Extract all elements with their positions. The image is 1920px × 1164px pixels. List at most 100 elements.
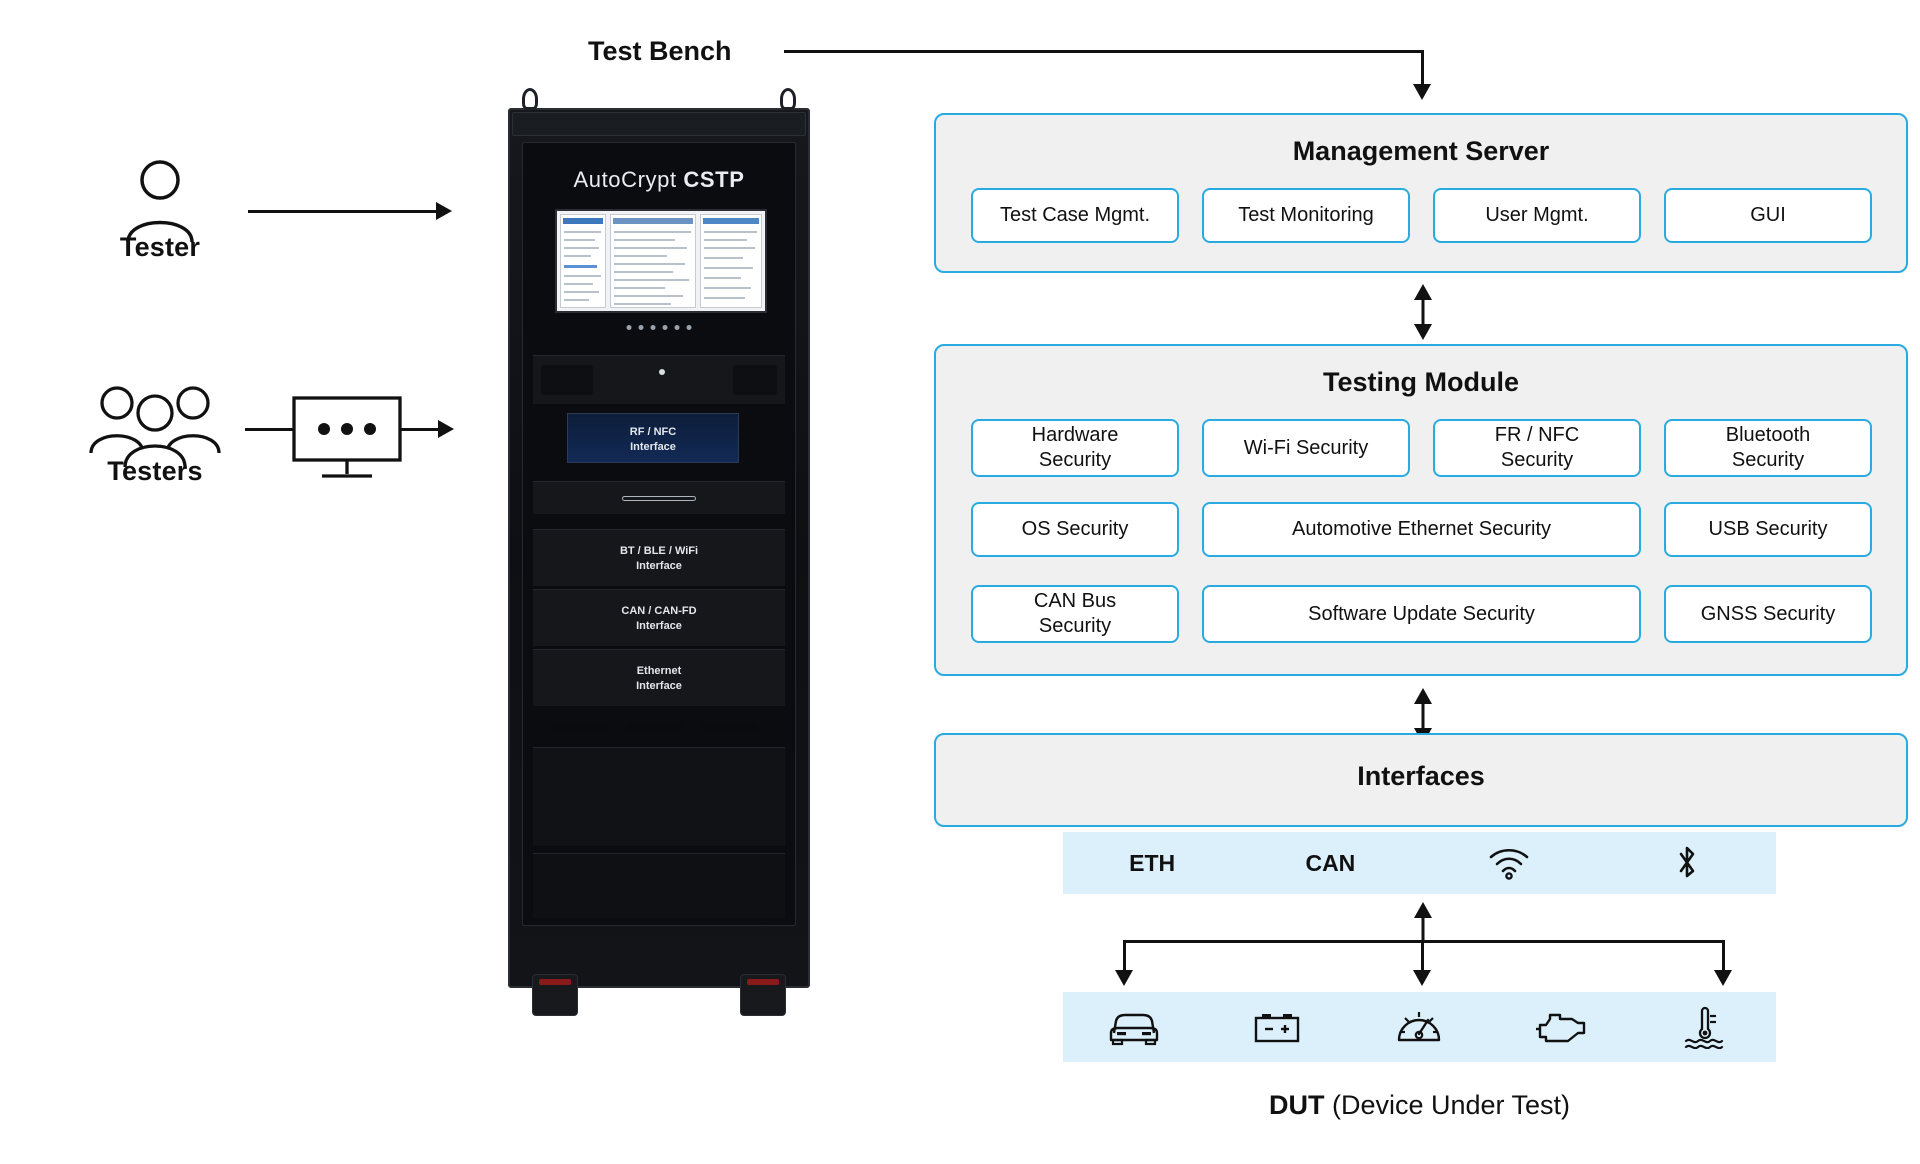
wifi-icon <box>1487 846 1531 880</box>
rack-top-panel <box>512 112 806 136</box>
bluetooth-icon <box>1673 843 1701 883</box>
bench-connector-arrowhead <box>1413 84 1431 100</box>
chip-gnss-security-label: GNSS Security <box>1700 602 1836 625</box>
chip-wifi-security[interactable]: Wi-Fi Security <box>1202 419 1410 477</box>
rack-monitor-screen <box>555 209 767 313</box>
rack-server-unit <box>533 355 785 405</box>
can-line2: Interface <box>636 619 682 632</box>
rack-vent-2 <box>627 723 683 731</box>
testers-arrow-out <box>400 428 440 431</box>
chip-gui[interactable]: GUI <box>1664 188 1872 243</box>
chip-bluetooth-security[interactable]: Bluetooth Security <box>1664 419 1872 477</box>
chip-user-mgmt[interactable]: User Mgmt. <box>1433 188 1641 243</box>
rack-brand: AutoCrypt CSTP <box>523 167 795 193</box>
dut-fanout-center-drop <box>1421 940 1424 973</box>
rack-eyebolt-right <box>780 88 796 110</box>
testers-label: Testers <box>107 456 203 486</box>
bench-connector-vertical <box>1421 50 1424 87</box>
battery-icon <box>1251 1007 1303 1047</box>
bus-can-label: CAN <box>1305 849 1356 876</box>
dut-caption-bold: DUT <box>1268 1090 1325 1120</box>
management-server-title: Management Server <box>1292 136 1550 166</box>
coolant-temperature-icon <box>1682 1005 1728 1049</box>
chip-usb-security-label: USB Security <box>1708 518 1828 540</box>
rack-rf-bay <box>533 405 785 471</box>
rack-frame: AutoCrypt CSTP RF / NFC Interface BT / B… <box>522 142 796 926</box>
management-server-panel: Management Server Test Case Mgmt. Test M… <box>934 113 1908 273</box>
rack-blank-panel-1 <box>533 747 785 847</box>
rack-module-bt-ble-wifi: BT / BLE / WiFi Interface <box>533 529 785 587</box>
tester-label: Tester <box>119 232 201 262</box>
bus-interface-strip: ETH CAN <box>1063 832 1776 894</box>
rack-module-ethernet-label: Ethernet Interface <box>533 664 785 694</box>
chip-test-case-mgmt-label: Test Case Mgmt. <box>999 204 1151 226</box>
dut-item-engine[interactable] <box>1491 1007 1634 1047</box>
chip-automotive-ethernet-security-label: Automotive Ethernet Security <box>1291 518 1551 540</box>
chip-wifi-security-label: Wi-Fi Security <box>1243 436 1369 459</box>
eth-line1: Ethernet <box>636 665 682 677</box>
screen-pane-left <box>560 214 606 308</box>
testers-arrow-in <box>245 428 295 431</box>
chip-os-security-label: OS Security <box>1021 518 1129 540</box>
chip-software-update-security[interactable]: Software Update Security <box>1202 585 1641 643</box>
dut-item-battery[interactable] <box>1206 1007 1349 1047</box>
chip-fr-nfc-security-label: FR / NFC Security <box>1494 424 1580 471</box>
bt-line2: Interface <box>636 559 682 572</box>
dut-fanout-right-drop <box>1722 940 1725 973</box>
screen-pane-right <box>700 214 762 308</box>
workstation-monitor-icon <box>292 396 402 482</box>
rack-module-can-label: CAN / CAN-FD Interface <box>533 604 785 634</box>
dut-fanout-center-head <box>1413 970 1431 986</box>
rack-module-bt-label: BT / BLE / WiFi Interface <box>533 544 785 574</box>
bench-connector-horizontal <box>784 50 1424 53</box>
dut-caption-rest: (Device Under Test) <box>1324 1090 1571 1120</box>
bus-can[interactable]: CAN <box>1241 850 1419 877</box>
bus-wifi[interactable] <box>1420 846 1598 880</box>
rack-vent-1 <box>553 723 609 731</box>
bus-bluetooth[interactable] <box>1598 843 1776 883</box>
chip-automotive-ethernet-security[interactable]: Automotive Ethernet Security <box>1202 502 1641 557</box>
chip-bluetooth-security-label: Bluetooth Security <box>1725 424 1811 471</box>
arrow-mgmt-to-testing <box>1408 284 1438 340</box>
interfaces-title: Interfaces <box>1357 761 1485 791</box>
speedometer-icon <box>1395 1006 1443 1048</box>
engine-icon <box>1534 1007 1590 1047</box>
bus-eth[interactable]: ETH <box>1063 850 1241 877</box>
chip-gnss-security[interactable]: GNSS Security <box>1664 585 1872 643</box>
chip-gui-label: GUI <box>1750 204 1786 226</box>
rack-caster-left <box>532 974 578 1016</box>
bt-line1: BT / BLE / WiFi <box>619 545 699 557</box>
rack-drawer-unit <box>533 481 785 515</box>
rack-brand-bold: CSTP <box>683 167 745 192</box>
dut-strip <box>1063 992 1776 1062</box>
chip-usb-security[interactable]: USB Security <box>1664 502 1872 557</box>
chip-can-bus-security[interactable]: CAN Bus Security <box>971 585 1179 643</box>
dut-fanout-left-head <box>1115 970 1133 986</box>
screen-pane-middle <box>610 214 696 308</box>
can-line1: CAN / CAN-FD <box>621 605 697 617</box>
dut-fanout-right-head <box>1714 970 1732 986</box>
chip-fr-nfc-security[interactable]: FR / NFC Security <box>1433 419 1641 477</box>
testers-arrow-head <box>438 420 454 438</box>
rack-module-ethernet: Ethernet Interface <box>533 649 785 707</box>
arrow-interfaces-to-dut-center <box>1408 902 1438 942</box>
chip-os-security[interactable]: OS Security <box>971 502 1179 557</box>
eth-line2: Interface <box>636 679 682 692</box>
chip-test-monitoring[interactable]: Test Monitoring <box>1202 188 1410 243</box>
dut-item-speedometer[interactable] <box>1348 1006 1491 1048</box>
dut-fanout-left-drop <box>1123 940 1126 973</box>
rack-blank-panel-2 <box>533 853 785 919</box>
chip-software-update-security-label: Software Update Security <box>1308 602 1535 625</box>
chip-hardware-security-label: Hardware Security <box>1031 424 1119 471</box>
chip-test-case-mgmt[interactable]: Test Case Mgmt. <box>971 188 1179 243</box>
interfaces-panel: Interfaces <box>934 733 1908 827</box>
dut-caption: DUT (Device Under Test) <box>1063 1090 1776 1121</box>
dut-item-car[interactable] <box>1063 1007 1206 1047</box>
car-icon <box>1106 1007 1162 1047</box>
tester-arrow-line <box>248 210 438 213</box>
rack-brand-light: AutoCrypt <box>573 167 684 192</box>
dut-item-coolant-temperature[interactable] <box>1633 1005 1776 1049</box>
chip-hardware-security[interactable]: Hardware Security <box>971 419 1179 477</box>
testing-module-title: Testing Module <box>1323 367 1519 397</box>
rack-eyebolt-left <box>522 88 538 110</box>
